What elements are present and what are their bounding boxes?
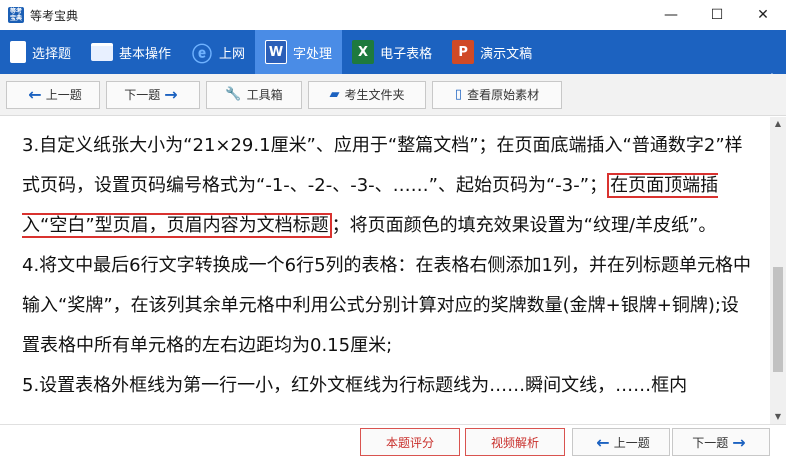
question-content: 3.自定义纸张大小为“21×29.1厘米”、应用于“整篇文档”；在页面底端插入“… <box>0 117 770 424</box>
arrow-left-icon: ← <box>596 432 610 452</box>
prev-label: 上一题 <box>45 88 82 102</box>
nav-item-label: 上网 <box>219 46 246 62</box>
nav-item-label: 电子表格 <box>380 46 433 62</box>
nav-item-label: 基本操作 <box>119 46 172 62</box>
nav-item-label: 演示文稿 <box>480 46 533 62</box>
vertical-scrollbar[interactable]: ▲ ▼ <box>770 117 786 424</box>
minimize-button[interactable]: — <box>648 0 694 30</box>
nav-item-internet[interactable]: ⓔ 上网 <box>181 30 255 74</box>
title-bar: 等考 宝典 等考宝典 — ☐ ✕ <box>0 0 786 30</box>
video-analysis-button[interactable]: 视频解析 <box>465 428 565 456</box>
question-paragraph-5: 5.设置表格外框线为第一行一小，红外文框线为行标题线为……瞬间文线，……框内 <box>22 375 688 396</box>
student-folder-button[interactable]: ▰ 考生文件夹 <box>308 80 426 109</box>
nav-item-label: 字处理 <box>293 46 333 62</box>
main-nav: 选择题 基本操作 ⓔ 上网 W 字处理 X 电子表格 P 演示文稿 ⊣ <box>0 30 786 91</box>
bottom-next-button[interactable]: 下一题 → <box>672 428 770 456</box>
wrench-icon: 🔧 <box>225 87 242 102</box>
window-icon <box>91 43 114 61</box>
bottom-prev-button[interactable]: ← 上一题 <box>572 428 670 456</box>
question-paragraph-3: 3.自定义纸张大小为“21×29.1厘米”、应用于“整篇文档”；在页面底端插入“… <box>22 126 752 246</box>
internet-icon: ⓔ <box>192 41 213 66</box>
score-button[interactable]: 本题评分 <box>360 428 460 456</box>
file-icon: ▯ <box>454 87 463 102</box>
maximize-button[interactable]: ☐ <box>694 0 740 30</box>
nav-item-choice[interactable]: 选择题 <box>0 30 81 74</box>
prev-question-button[interactable]: ← 上一题 <box>6 80 100 109</box>
app-logo-icon: 等考 宝典 <box>8 7 24 23</box>
toolbox-label: 工具箱 <box>246 88 283 102</box>
word-icon: W <box>265 40 288 64</box>
next-question-button[interactable]: 下一题 → <box>106 80 200 109</box>
scrollbar-thumb[interactable] <box>773 267 783 372</box>
scroll-up-icon[interactable]: ▲ <box>770 117 786 131</box>
close-button[interactable]: ✕ <box>740 0 786 30</box>
arrow-right-icon: → <box>732 432 746 452</box>
bottom-prev-label: 上一题 <box>613 435 650 450</box>
nav-item-word[interactable]: W 字处理 <box>255 30 343 74</box>
view-source-label: 查看原始素材 <box>467 88 540 102</box>
window-title: 等考宝典 <box>30 8 79 23</box>
nav-item-label: 选择题 <box>32 46 72 62</box>
nav-item-ppt[interactable]: P 演示文稿 <box>442 30 542 74</box>
toolbar: ← 上一题 下一题 → 🔧 工具箱 ▰ 考生文件夹 ▯ 查看原始素材 <box>0 74 786 116</box>
toolbox-button[interactable]: 🔧 工具箱 <box>206 80 302 109</box>
question-paragraph-4: 4.将文中最后6行文字转换成一个6行5列的表格：在表格右侧添加1列，并在列标题单… <box>22 255 751 356</box>
arrow-left-icon: ← <box>28 85 42 104</box>
bottom-bar: 本题评分 视频解析 ← 上一题 下一题 → <box>0 424 786 470</box>
next-label: 下一题 <box>124 88 161 102</box>
bottom-next-label: 下一题 <box>692 435 729 450</box>
ppt-icon: P <box>452 40 475 64</box>
arrow-right-icon: → <box>164 85 178 104</box>
document-icon <box>10 41 26 63</box>
student-folder-label: 考生文件夹 <box>344 88 405 102</box>
folder-icon: ▰ <box>329 87 340 102</box>
window-controls: — ☐ ✕ <box>648 0 786 30</box>
text-segment: ；将页面颜色的填充效果设置为“纹理/羊皮纸”。 <box>331 215 717 236</box>
view-source-button[interactable]: ▯ 查看原始素材 <box>432 80 562 109</box>
nav-item-basic[interactable]: 基本操作 <box>81 30 181 74</box>
excel-icon: X <box>352 40 375 64</box>
scroll-down-icon[interactable]: ▼ <box>770 410 786 424</box>
nav-item-excel[interactable]: X 电子表格 <box>342 30 442 74</box>
